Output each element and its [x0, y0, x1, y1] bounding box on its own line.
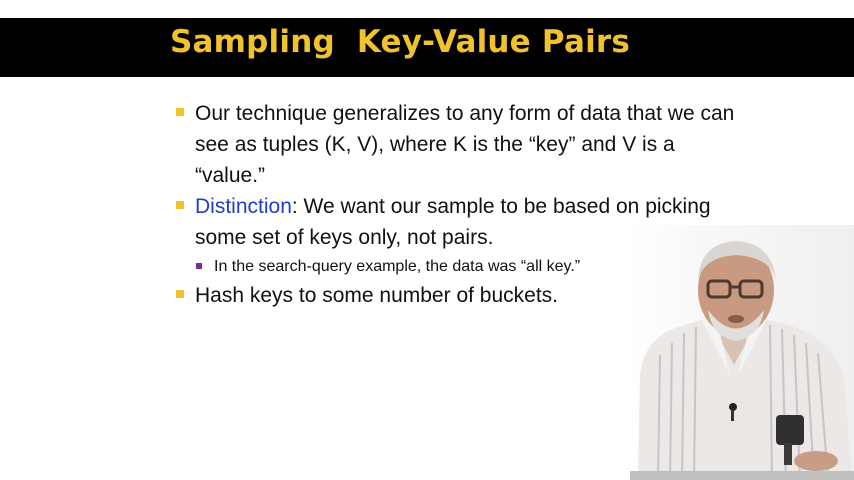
- bullet-item: Our technique generalizes to any form of…: [176, 98, 736, 191]
- bullet-marker-icon: [176, 201, 184, 209]
- bullet-marker-icon: [176, 108, 184, 116]
- sub-bullet-marker-icon: [196, 263, 202, 269]
- person-icon: [630, 241, 854, 480]
- presenter-video: [630, 225, 854, 480]
- slide-title: Sampling Key-Value Pairs: [170, 24, 631, 60]
- sub-bullet-text: In the search-query example, the data wa…: [214, 258, 581, 275]
- bullet-marker-icon: [176, 290, 184, 298]
- top-strip: [0, 0, 854, 18]
- bullet-accent-word: Distinction: [195, 195, 292, 218]
- bullet-text: Hash keys to some number of buckets.: [195, 284, 558, 307]
- bullet-text: Our technique generalizes to any form of…: [195, 102, 735, 187]
